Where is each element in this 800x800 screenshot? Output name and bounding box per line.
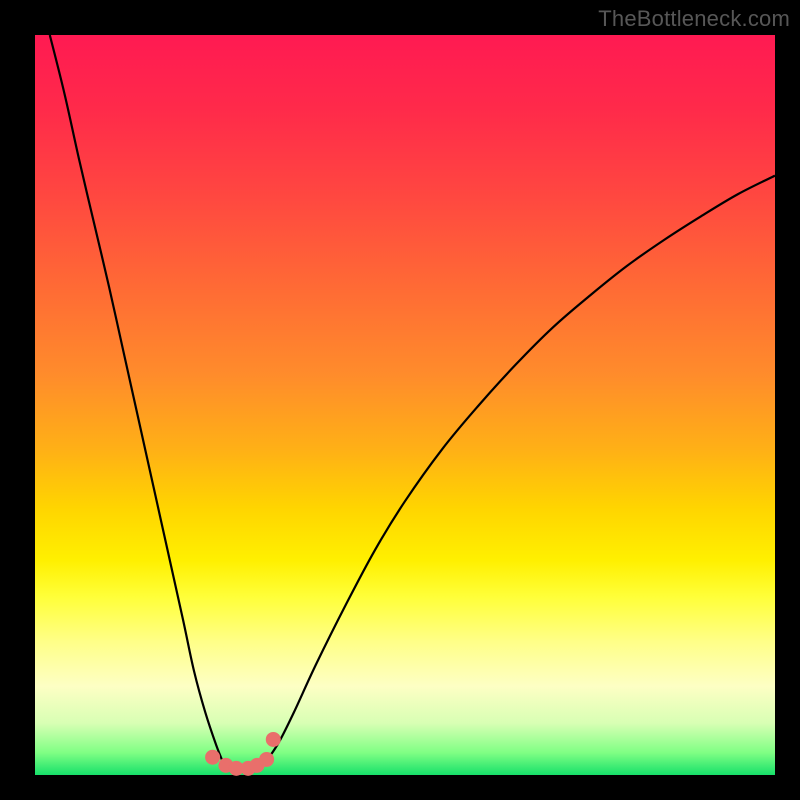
- curve-marker: [259, 752, 274, 767]
- marker-group: [205, 732, 281, 776]
- curve-marker: [205, 750, 220, 765]
- curve-right-branch: [268, 176, 775, 759]
- watermark-text: TheBottleneck.com: [598, 6, 790, 32]
- plot-area: [35, 35, 775, 775]
- curve-marker: [266, 732, 281, 747]
- curve-left-branch: [50, 35, 224, 764]
- chart-frame: TheBottleneck.com: [0, 0, 800, 800]
- chart-svg: [35, 35, 775, 775]
